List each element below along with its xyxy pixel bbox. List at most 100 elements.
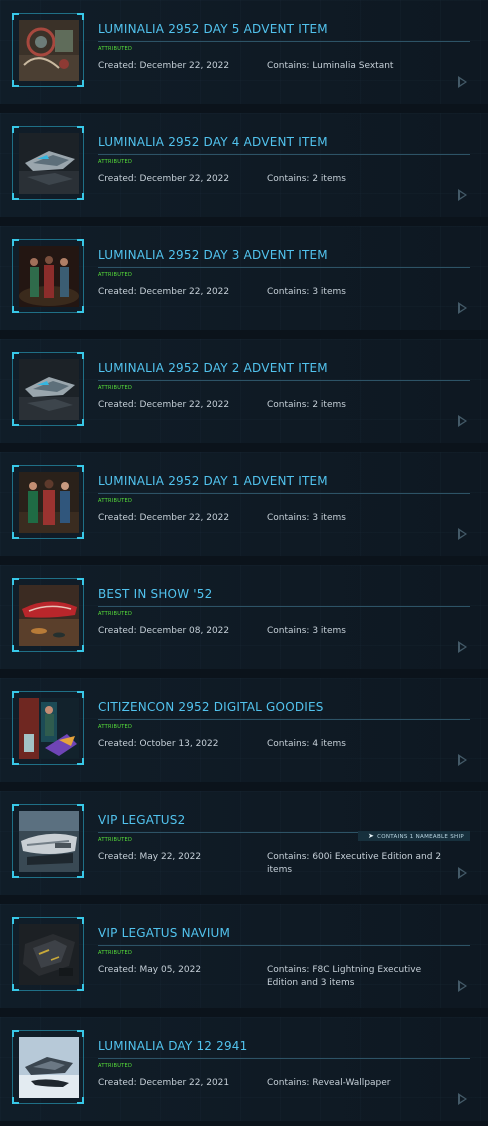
title-divider [98, 719, 470, 720]
created-date: Created: May 05, 2022 [98, 965, 202, 975]
pledge-item[interactable]: LUMINALIA DAY 12 2941 ATTRIBUTED Created… [0, 1017, 488, 1121]
frame-corner [12, 306, 19, 313]
frame-corner [77, 419, 84, 426]
item-thumbnail-frame[interactable] [12, 578, 84, 652]
item-thumbnail [19, 811, 79, 872]
title-divider [98, 606, 470, 607]
nameable-ship-tag: ➤ CONTAINS 1 NAMEABLE SHIP [357, 831, 470, 841]
item-thumbnail [19, 924, 79, 985]
play-arrow-icon[interactable] [458, 302, 468, 314]
contains-text: Contains: 2 items [267, 174, 346, 184]
frame-corner [12, 578, 19, 585]
play-arrow-icon[interactable] [458, 415, 468, 427]
frame-corner [77, 465, 84, 472]
contains-text: Contains: 4 items [267, 739, 346, 749]
created-date: Created: December 22, 2022 [98, 513, 230, 523]
item-title[interactable]: LUMINALIA 2952 DAY 4 ADVENT ITEM [98, 135, 328, 149]
frame-corner [12, 193, 19, 200]
pledge-item[interactable]: BEST IN SHOW '52 ATTRIBUTED Created: Dec… [0, 565, 488, 669]
item-title[interactable]: LUMINALIA 2952 DAY 3 ADVENT ITEM [98, 248, 328, 262]
created-date: Created: May 22, 2022 [98, 852, 202, 862]
attributed-badge: ATTRIBUTED [98, 385, 133, 391]
contains-text: Contains: 600i Executive Edition and 2 i… [267, 852, 442, 875]
item-thumbnail-frame[interactable] [12, 352, 84, 426]
item-thumbnail [19, 359, 79, 420]
frame-corner [12, 758, 19, 765]
attributed-badge: ATTRIBUTED [98, 837, 133, 843]
play-arrow-icon[interactable] [458, 754, 468, 766]
frame-corner [77, 239, 84, 246]
play-arrow-icon[interactable] [458, 867, 468, 879]
pledge-item[interactable]: LUMINALIA 2952 DAY 1 ADVENT ITEM ATTRIBU… [0, 452, 488, 556]
play-arrow-icon[interactable] [458, 189, 468, 201]
frame-corner [77, 1030, 84, 1037]
frame-corner [12, 984, 19, 991]
frame-corner [77, 306, 84, 313]
play-arrow-icon[interactable] [458, 76, 468, 88]
pledge-item[interactable]: LUMINALIA 2952 DAY 2 ADVENT ITEM ATTRIBU… [0, 339, 488, 443]
frame-corner [77, 352, 84, 359]
frame-corner [77, 691, 84, 698]
pledge-item[interactable]: VIP LEGATUS NAVIUM ATTRIBUTED Created: M… [0, 904, 488, 1008]
title-divider [98, 154, 470, 155]
attributed-badge: ATTRIBUTED [98, 272, 133, 278]
pledge-item[interactable]: LUMINALIA 2952 DAY 4 ADVENT ITEM ATTRIBU… [0, 113, 488, 217]
frame-corner [12, 691, 19, 698]
attributed-badge: ATTRIBUTED [98, 724, 133, 730]
item-title[interactable]: LUMINALIA 2952 DAY 1 ADVENT ITEM [98, 474, 328, 488]
item-thumbnail-frame[interactable] [12, 804, 84, 878]
item-title[interactable]: BEST IN SHOW '52 [98, 587, 212, 601]
contains-text: Contains: 3 items [267, 287, 346, 297]
item-title[interactable]: VIP LEGATUS2 [98, 813, 185, 827]
created-date: Created: December 22, 2022 [98, 61, 230, 71]
attributed-badge: ATTRIBUTED [98, 950, 133, 956]
frame-corner [77, 645, 84, 652]
pledge-item[interactable]: VIP LEGATUS2 ATTRIBUTED Created: May 22,… [0, 791, 488, 895]
attributed-badge: ATTRIBUTED [98, 498, 133, 504]
frame-corner [12, 465, 19, 472]
pledge-item[interactable]: LUMINALIA 2952 DAY 5 ADVENT ITEM ATTRIBU… [0, 0, 488, 104]
pledge-item[interactable]: LUMINALIA 2952 DAY 3 ADVENT ITEM ATTRIBU… [0, 226, 488, 330]
item-thumbnail-frame[interactable] [12, 239, 84, 313]
attributed-badge: ATTRIBUTED [98, 611, 133, 617]
item-title[interactable]: LUMINALIA 2952 DAY 5 ADVENT ITEM [98, 22, 328, 36]
attributed-badge: ATTRIBUTED [98, 159, 133, 165]
item-thumbnail-frame[interactable] [12, 917, 84, 991]
frame-corner [12, 126, 19, 133]
pledge-item[interactable]: CITIZENCON 2952 DIGITAL GOODIES ATTRIBUT… [0, 678, 488, 782]
frame-corner [12, 13, 19, 20]
item-thumbnail [19, 1037, 79, 1098]
play-arrow-icon[interactable] [458, 1093, 468, 1105]
frame-corner [12, 239, 19, 246]
item-thumbnail-frame[interactable] [12, 465, 84, 539]
title-divider [98, 945, 470, 946]
created-date: Created: December 22, 2022 [98, 174, 230, 184]
item-thumbnail-frame[interactable] [12, 1030, 84, 1104]
item-title[interactable]: LUMINALIA DAY 12 2941 [98, 1039, 247, 1053]
item-thumbnail [19, 698, 79, 759]
created-date: Created: December 22, 2021 [98, 1078, 230, 1088]
title-divider [98, 493, 470, 494]
frame-corner [12, 804, 19, 811]
play-arrow-icon[interactable] [458, 641, 468, 653]
item-thumbnail-frame[interactable] [12, 13, 84, 87]
item-thumbnail [19, 585, 79, 646]
title-divider [98, 41, 470, 42]
play-arrow-icon[interactable] [458, 528, 468, 540]
frame-corner [12, 1097, 19, 1104]
item-title[interactable]: CITIZENCON 2952 DIGITAL GOODIES [98, 700, 324, 714]
frame-corner [77, 193, 84, 200]
item-title[interactable]: VIP LEGATUS NAVIUM [98, 926, 230, 940]
item-thumbnail [19, 246, 79, 307]
item-thumbnail-frame[interactable] [12, 691, 84, 765]
frame-corner [77, 13, 84, 20]
title-divider [98, 380, 470, 381]
item-title[interactable]: LUMINALIA 2952 DAY 2 ADVENT ITEM [98, 361, 328, 375]
frame-corner [12, 917, 19, 924]
frame-corner [12, 80, 19, 87]
frame-corner [12, 532, 19, 539]
title-divider [98, 267, 470, 268]
created-date: Created: October 13, 2022 [98, 739, 219, 749]
play-arrow-icon[interactable] [458, 980, 468, 992]
item-thumbnail-frame[interactable] [12, 126, 84, 200]
